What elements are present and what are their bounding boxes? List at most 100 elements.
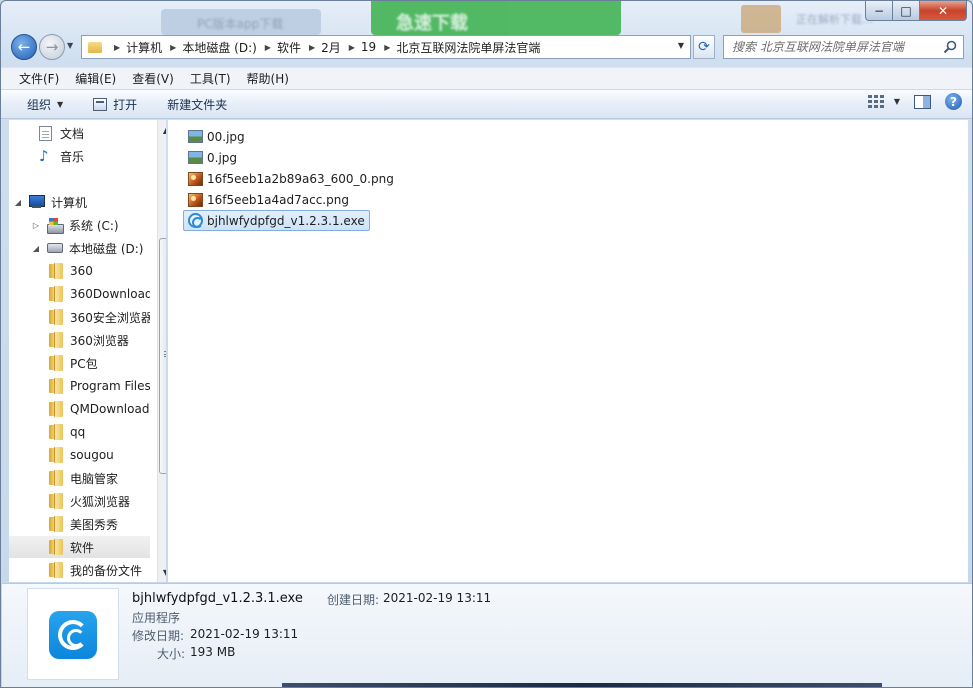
sidebar-item-documents[interactable]: 文档: [9, 122, 150, 144]
sidebar-item-folder[interactable]: QMDownload: [9, 398, 150, 420]
list-item-selected[interactable]: bjhlwfydpfgd_v1.2.3.1.exe: [183, 210, 370, 231]
preview-pane-icon[interactable]: [914, 94, 931, 109]
music-icon: ♪: [39, 146, 49, 165]
details-pane: bjhlwfydpfgd_v1.2.3.1.exe 应用程序 修改日期: 202…: [2, 583, 972, 687]
help-icon[interactable]: ?: [945, 93, 962, 110]
open-label: 打开: [113, 97, 138, 112]
png-file-icon: [188, 192, 203, 207]
sidebar-item-folder[interactable]: 360浏览器: [9, 329, 150, 351]
list-item[interactable]: 00.jpg: [183, 126, 250, 147]
menu-file[interactable]: 文件(F): [11, 70, 67, 87]
scroll-up-icon[interactable]: ▲: [158, 122, 166, 138]
folder-icon: [49, 562, 63, 578]
close-button[interactable]: ✕: [920, 1, 967, 21]
expander-icon[interactable]: ▷: [31, 221, 41, 230]
list-item[interactable]: 0.jpg: [183, 147, 242, 168]
change-view-button[interactable]: ▼: [867, 94, 900, 109]
breadcrumb-separator-icon[interactable]: ▶: [309, 43, 315, 52]
forward-button[interactable]: →: [39, 34, 65, 60]
breadcrumb-item[interactable]: 计算机: [126, 39, 162, 56]
folder-icon: [49, 286, 63, 302]
breadcrumb-separator-icon[interactable]: ▶: [349, 43, 355, 52]
recent-pages-dropdown[interactable]: ▼: [67, 41, 73, 50]
scrollbar-thumb[interactable]: [159, 238, 166, 474]
breadcrumb-item[interactable]: 本地磁盘 (D:): [182, 39, 256, 56]
menu-bar: 文件(F) 编辑(E) 查看(V) 工具(T) 帮助(H): [1, 67, 972, 89]
menu-help[interactable]: 帮助(H): [239, 70, 297, 87]
breadcrumb-separator-icon[interactable]: ▶: [114, 43, 120, 52]
organize-label: 组织: [27, 97, 52, 112]
sidebar-item-folder[interactable]: 360安全浏览器: [9, 306, 150, 328]
sidebar-item-folder[interactable]: 360Downloads: [9, 283, 150, 305]
sidebar-item-label: 文档: [60, 126, 85, 141]
sidebar-item-folder[interactable]: Program Files: [9, 375, 150, 397]
command-bar: 组织 ▼ 打开 新建文件夹 ▼ ?: [1, 89, 972, 119]
sidebar-item-label: sougou: [70, 448, 114, 462]
sidebar-item-label: 我的备份文件: [70, 563, 143, 578]
expander-icon[interactable]: ◢: [13, 198, 23, 207]
breadcrumb-separator-icon[interactable]: ▶: [384, 43, 390, 52]
breadcrumb-item[interactable]: 2月: [321, 39, 341, 56]
menu-tools[interactable]: 工具(T): [182, 70, 239, 87]
back-button[interactable]: ←: [11, 34, 37, 60]
arrow-right-icon: →: [45, 38, 59, 56]
search-box: [723, 35, 964, 59]
detail-file-type: 应用程序: [132, 611, 181, 625]
sidebar-item-label: 电脑管家: [70, 471, 119, 486]
breadcrumb-separator-icon[interactable]: ▶: [170, 43, 176, 52]
sidebar-item-label: qq: [70, 425, 86, 439]
computer-icon: [29, 195, 45, 209]
sidebar-item-folder[interactable]: 火狐浏览器: [9, 490, 150, 512]
maximize-button[interactable]: □: [893, 1, 920, 21]
list-item[interactable]: 16f5eeb1a4ad7acc.png: [183, 189, 354, 210]
minimize-button[interactable]: −: [865, 1, 893, 21]
sidebar-item-folder[interactable]: PC包: [9, 352, 150, 374]
sidebar-item-folder[interactable]: sougou: [9, 444, 150, 466]
navigation-bar: ← → ▼ ▶ 计算机 ▶ 本地磁盘 (D:) ▶ 软件 ▶ 2月 ▶ 19 ▶…: [1, 31, 972, 63]
breadcrumb-item[interactable]: 软件: [277, 39, 301, 56]
sidebar-item-software[interactable]: 软件: [9, 536, 150, 558]
background-tab-text: PC版本app下载: [197, 17, 284, 31]
file-name: 16f5eeb1a4ad7acc.png: [207, 192, 349, 207]
refresh-button[interactable]: ⟳: [693, 35, 715, 59]
breadcrumb: ▶ 计算机 ▶ 本地磁盘 (D:) ▶ 软件 ▶ 2月 ▶ 19 ▶ 北京互联网…: [106, 39, 540, 56]
address-bar[interactable]: ▶ 计算机 ▶ 本地磁盘 (D:) ▶ 软件 ▶ 2月 ▶ 19 ▶ 北京互联网…: [81, 35, 691, 59]
sidebar-scrollbar[interactable]: ▲ ▼: [157, 120, 166, 582]
scroll-down-icon[interactable]: ▼: [158, 564, 166, 580]
sidebar-item-folder[interactable]: 我的备份文件: [9, 559, 150, 581]
sidebar-item-music[interactable]: ♪ 音乐: [9, 145, 150, 167]
search-icon[interactable]: [943, 40, 957, 54]
drive-icon: [47, 243, 63, 253]
menu-edit[interactable]: 编辑(E): [67, 70, 124, 87]
chevron-down-icon: ▼: [893, 97, 900, 106]
folder-icon: [49, 378, 63, 394]
address-dropdown-icon[interactable]: ▼: [678, 41, 684, 50]
open-button[interactable]: 打开: [83, 92, 147, 116]
sidebar-item-computer[interactable]: ◢ 计算机: [9, 191, 150, 213]
menu-view[interactable]: 查看(V): [124, 70, 182, 87]
organize-button[interactable]: 组织 ▼: [17, 92, 73, 116]
file-name: 16f5eeb1a2b89a63_600_0.png: [207, 171, 394, 186]
background-download-banner: 急速下载: [371, 1, 621, 35]
chevron-down-icon: ▼: [67, 41, 74, 50]
sidebar-item-label: 美图秀秀: [70, 517, 119, 532]
sidebar-item-folder[interactable]: 电脑管家: [9, 467, 150, 489]
search-input[interactable]: [732, 40, 942, 54]
detail-created-value: 2021-02-19 13:11: [383, 591, 492, 605]
document-icon: [39, 125, 52, 141]
new-folder-button[interactable]: 新建文件夹: [157, 92, 237, 116]
sidebar-item-label: 360浏览器: [70, 333, 129, 348]
toolbar-right: ▼ ?: [867, 93, 962, 110]
sidebar-item-folder[interactable]: 360: [9, 260, 150, 282]
sidebar-item-folder[interactable]: 美图秀秀: [9, 513, 150, 535]
breadcrumb-item[interactable]: 19: [361, 40, 376, 54]
image-file-icon: [188, 151, 203, 164]
list-item[interactable]: 16f5eeb1a2b89a63_600_0.png: [183, 168, 399, 189]
sidebar-item-folder[interactable]: qq: [9, 421, 150, 443]
sidebar-item-drive-c[interactable]: ▷ 系统 (C:): [9, 214, 150, 236]
detail-created-label: 创建日期:: [327, 593, 380, 607]
breadcrumb-separator-icon[interactable]: ▶: [265, 43, 271, 52]
breadcrumb-item[interactable]: 北京互联网法院单屏法官端: [396, 39, 540, 56]
sidebar-item-drive-d[interactable]: ◢ 本地磁盘 (D:): [9, 237, 150, 259]
expander-icon[interactable]: ◢: [31, 244, 41, 253]
